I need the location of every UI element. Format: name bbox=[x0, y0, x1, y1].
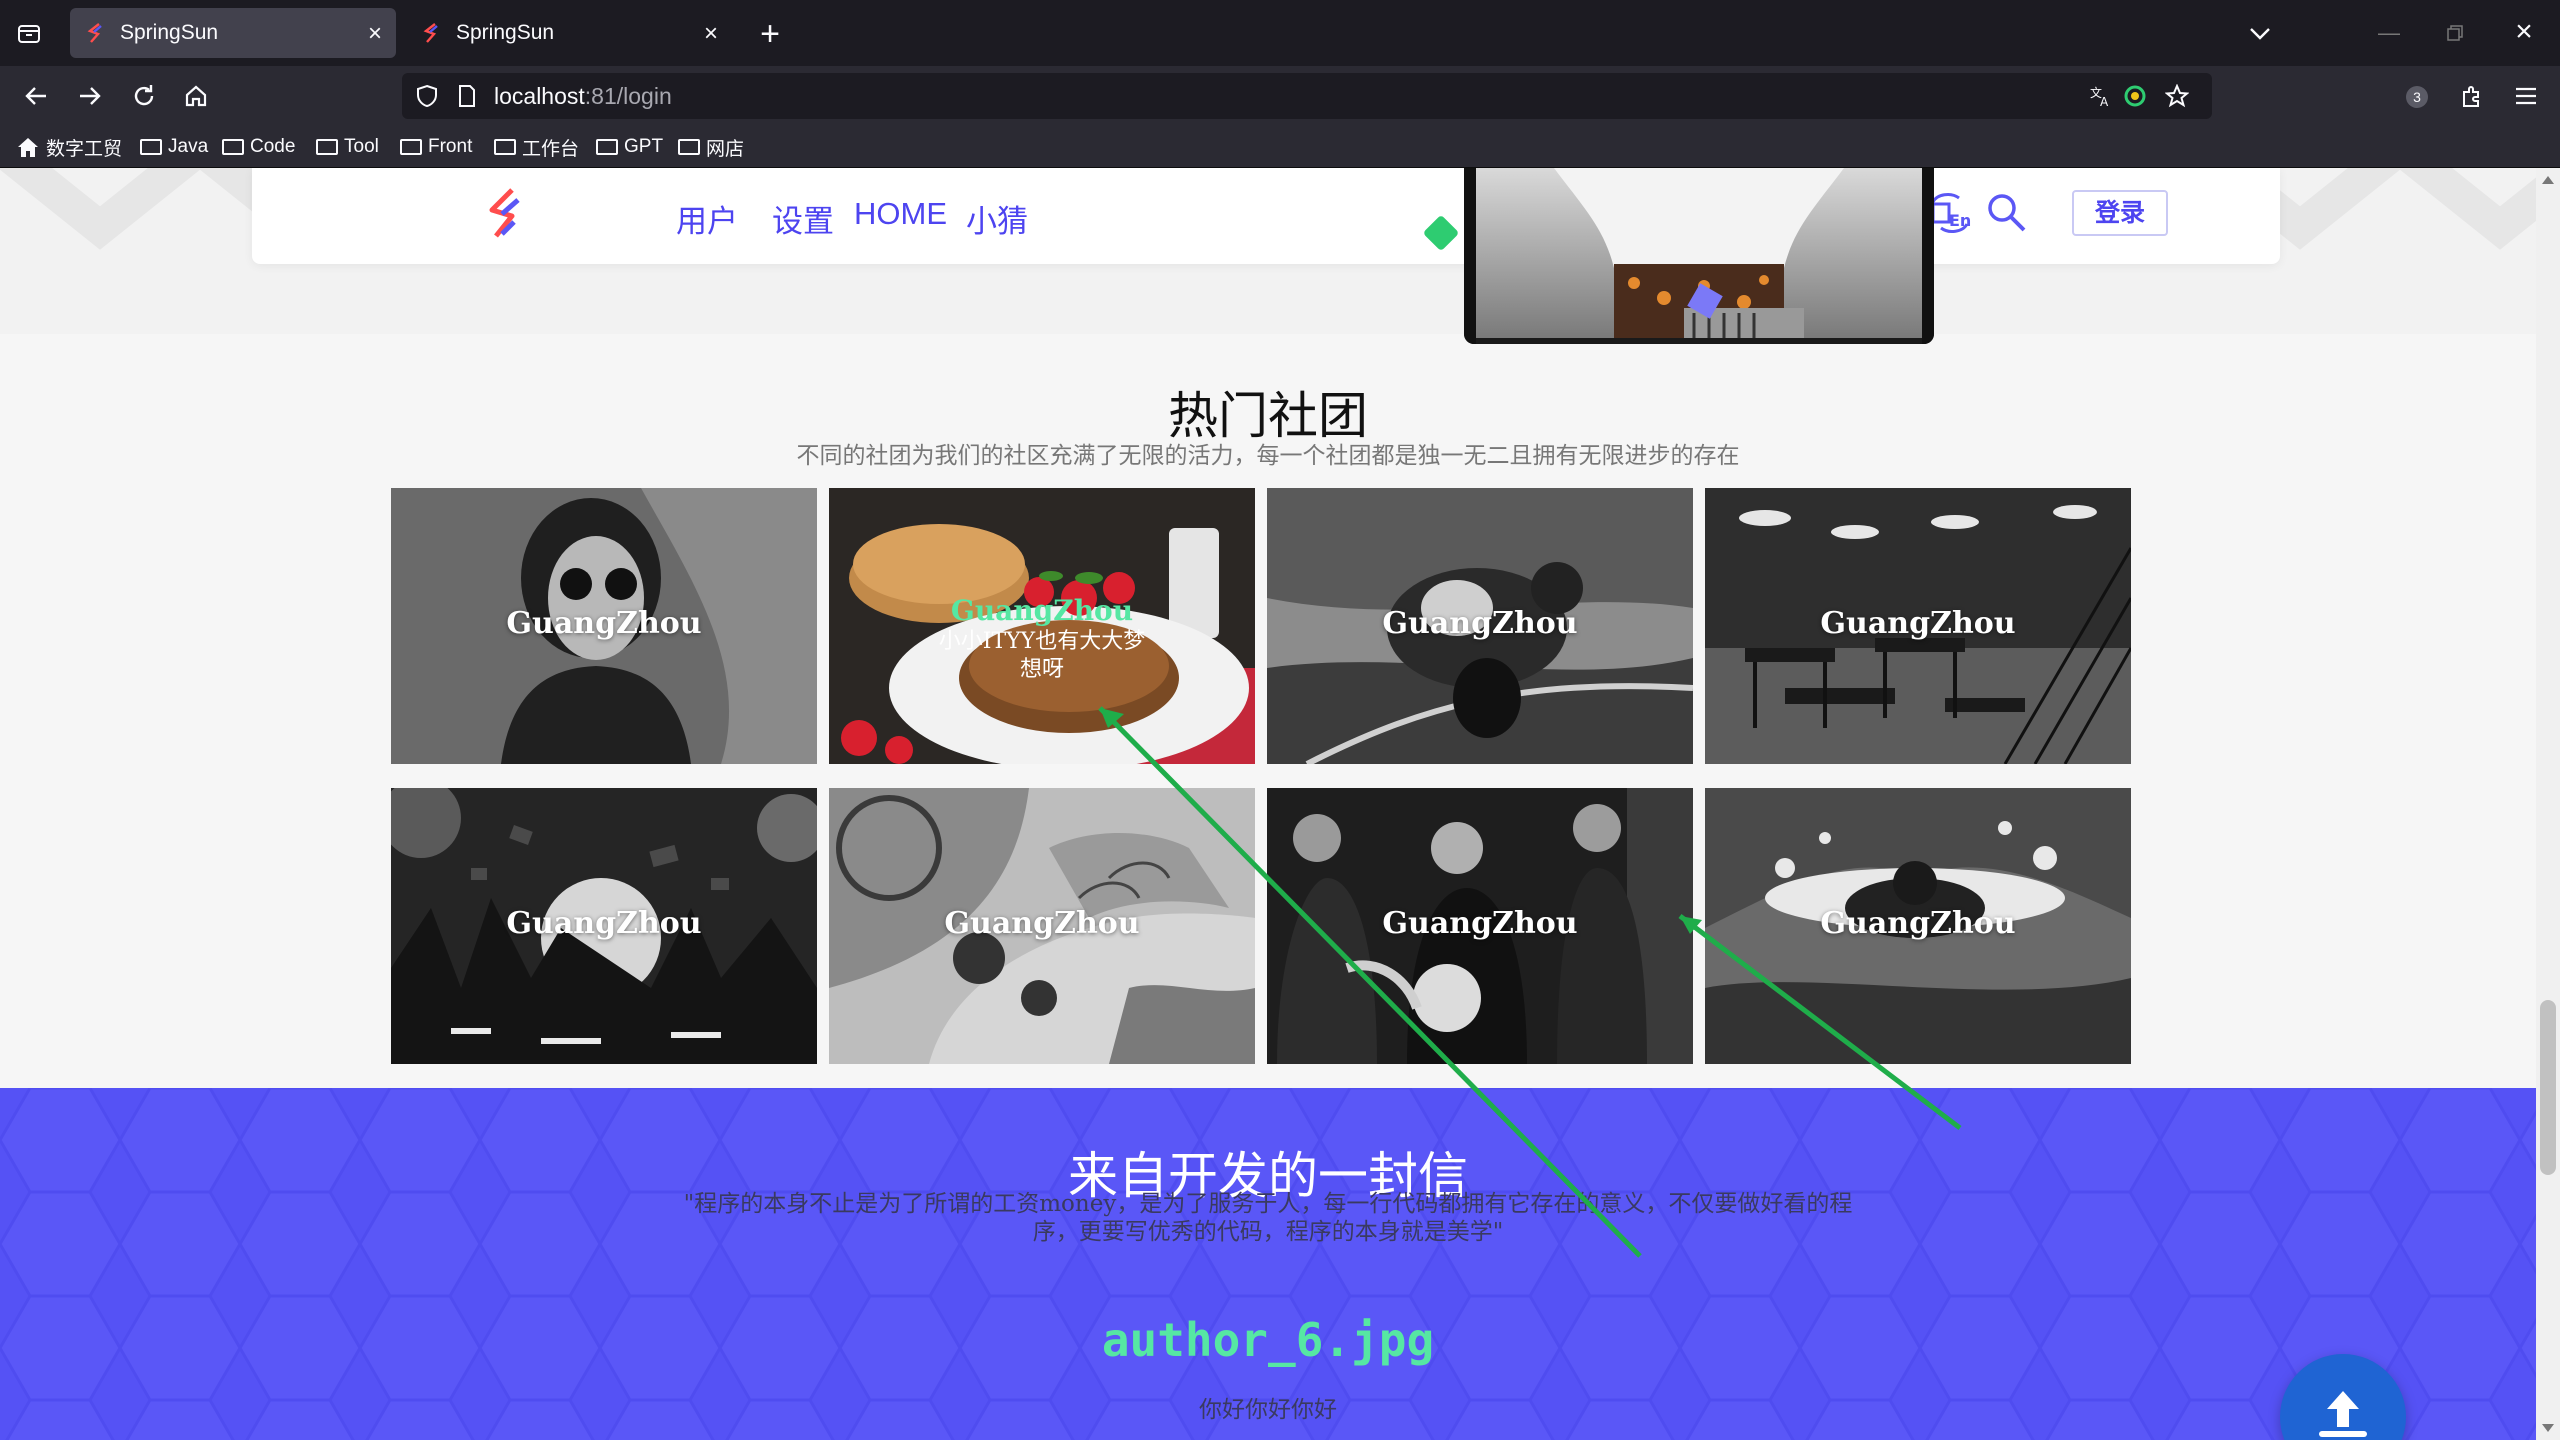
site-logo-icon[interactable] bbox=[484, 186, 528, 242]
web-page: 用户 设置 HOME 小猜 f En 登录 bbox=[0, 168, 2536, 1440]
club-tile-label: GuangZhou bbox=[1382, 906, 1578, 941]
back-icon[interactable] bbox=[20, 80, 52, 112]
back-to-top-icon bbox=[2319, 1391, 2367, 1437]
browser-tab-strip: SpringSun × SpringSun × + — × bbox=[0, 0, 2560, 66]
folder-icon bbox=[140, 139, 162, 155]
bookmark-label: GPT bbox=[624, 136, 664, 157]
club-tile-label: GuangZhou bbox=[1820, 906, 2016, 941]
nav-link-guess[interactable]: 小猜 bbox=[966, 196, 1028, 241]
scroll-down-arrow-icon[interactable] bbox=[2542, 1424, 2554, 1432]
bookmark-folder[interactable]: Java bbox=[140, 134, 208, 160]
bookmarks-toolbar bbox=[0, 126, 2560, 168]
svg-text:A: A bbox=[2100, 95, 2109, 108]
url-text[interactable]: localhost:81/login bbox=[494, 83, 672, 110]
tab-springsun-active[interactable]: SpringSun × bbox=[70, 8, 396, 58]
new-tab-icon[interactable]: + bbox=[754, 15, 786, 53]
club-tile-label: GuangZhou bbox=[950, 594, 1134, 627]
club-tile-label: GuangZhou bbox=[506, 606, 702, 641]
club-tile-motorcycle[interactable]: GuangZhou bbox=[1267, 488, 1693, 764]
scrollbar-thumb[interactable] bbox=[2540, 1000, 2556, 1175]
bookmark-folder[interactable]: Front bbox=[400, 134, 472, 160]
bookmark-star-icon[interactable] bbox=[2162, 81, 2192, 111]
account-badge-icon[interactable]: 3 bbox=[2402, 82, 2432, 112]
restore-icon[interactable] bbox=[2440, 18, 2470, 48]
login-button[interactable]: 登录 bbox=[2072, 190, 2168, 236]
list-all-tabs-icon[interactable] bbox=[2244, 18, 2276, 50]
extension-green-ring-icon[interactable] bbox=[2120, 81, 2150, 111]
tab-overview-icon[interactable] bbox=[14, 18, 44, 48]
forward-icon[interactable] bbox=[74, 80, 106, 112]
tracking-protection-shield-icon[interactable] bbox=[412, 81, 442, 111]
club-tile-portrait[interactable]: GuangZhou bbox=[391, 488, 817, 764]
tab-title: SpringSun bbox=[456, 21, 555, 44]
address-bar[interactable]: localhost:81/login 文A bbox=[402, 73, 2212, 119]
home-icon bbox=[18, 138, 38, 157]
author-name: 你好你好你好 bbox=[1199, 1397, 1337, 1423]
close-tab-icon[interactable]: × bbox=[368, 20, 382, 48]
minimize-icon[interactable]: — bbox=[2374, 18, 2404, 48]
decorative-green-diamond bbox=[1422, 214, 1460, 252]
bookmark-folder[interactable]: 网店 bbox=[678, 134, 744, 160]
folder-icon bbox=[316, 139, 338, 155]
url-path: :81/login bbox=[584, 83, 672, 109]
extensions-puzzle-icon[interactable] bbox=[2456, 80, 2488, 112]
bookmark-label: Front bbox=[428, 136, 473, 157]
bookmark-label: 数字工贸 bbox=[46, 138, 123, 160]
club-tile-swimmer[interactable]: GuangZhou bbox=[1705, 788, 2131, 1064]
scroll-up-arrow-icon[interactable] bbox=[2542, 176, 2554, 184]
app-menu-icon[interactable] bbox=[2510, 80, 2542, 112]
folder-icon bbox=[596, 139, 618, 155]
section-subtitle: 不同的社团为我们的社区充满了无限的活力，每一个社团都是独一无二且拥有无限进步的存… bbox=[796, 443, 1740, 469]
bookmark-label: Java bbox=[168, 136, 209, 157]
home-icon[interactable] bbox=[180, 80, 212, 112]
club-tile-band[interactable]: GuangZhou bbox=[1267, 788, 1693, 1064]
tab-title: SpringSun bbox=[120, 21, 219, 44]
club-tile-space[interactable]: GuangZhou bbox=[391, 788, 817, 1064]
bookmark-label: 工作台 bbox=[522, 138, 580, 160]
letter-body: "程序的本身不止是为了所谓的工资money，是为了服务于人，每一行代码都拥有它存… bbox=[683, 1191, 1853, 1245]
author-image-alt-text: author_6.jpg bbox=[1101, 1313, 1435, 1367]
nav-link-settings[interactable]: 设置 bbox=[772, 196, 834, 241]
translate-icon[interactable]: 文A bbox=[2086, 81, 2116, 111]
folder-icon bbox=[494, 139, 516, 155]
folder-icon bbox=[400, 139, 422, 155]
bookmark-label: 网店 bbox=[706, 138, 745, 160]
folder-icon bbox=[678, 139, 700, 155]
search-icon[interactable] bbox=[1982, 190, 2030, 238]
reload-icon[interactable] bbox=[128, 80, 160, 112]
nav-link-users[interactable]: 用户 bbox=[676, 196, 738, 241]
tab-springsun[interactable]: SpringSun × bbox=[406, 8, 732, 58]
bookmark-label: Tool bbox=[344, 136, 379, 157]
nav-link-home[interactable]: HOME bbox=[854, 196, 947, 232]
letter-section: 来自开发的一封信 "程序的本身不止是为了所谓的工资money，是为了服务于人，每… bbox=[0, 1088, 2536, 1440]
springsun-favicon-icon bbox=[423, 23, 438, 43]
bookmark-folder[interactable]: GPT bbox=[596, 134, 663, 160]
page-scrollbar[interactable] bbox=[2536, 168, 2560, 1440]
club-tile-label: GuangZhou bbox=[506, 906, 702, 941]
club-tile-label: GuangZhou bbox=[1820, 606, 2016, 641]
close-window-icon[interactable]: × bbox=[2508, 15, 2540, 48]
folder-icon bbox=[222, 139, 244, 155]
site-header: 用户 设置 HOME 小猜 f En 登录 bbox=[252, 168, 2280, 264]
springsun-favicon-icon bbox=[87, 23, 102, 43]
club-tile-cafe[interactable]: GuangZhou bbox=[1705, 488, 2131, 764]
page-info-icon[interactable] bbox=[454, 81, 480, 111]
bookmark-folder[interactable]: Tool bbox=[316, 134, 379, 160]
phone-mockup-image bbox=[1464, 168, 1934, 344]
club-tile-hover-text: 小小ITYY也有大大梦想呀 bbox=[938, 629, 1146, 682]
club-tile-label: GuangZhou bbox=[944, 906, 1140, 941]
extension-badge: 3 bbox=[2406, 86, 2428, 108]
bookmark-item[interactable]: 数字工贸 bbox=[16, 134, 122, 160]
svg-text:En: En bbox=[1949, 211, 1971, 230]
url-host: localhost bbox=[494, 83, 585, 109]
close-tab-icon[interactable]: × bbox=[704, 20, 718, 48]
club-tile-pancakes[interactable]: GuangZhou 小小ITYY也有大大梦想呀 bbox=[829, 488, 1255, 764]
club-tile-label: GuangZhou bbox=[1382, 606, 1578, 641]
club-tile-tattoo[interactable]: GuangZhou bbox=[829, 788, 1255, 1064]
bookmark-folder[interactable]: Code bbox=[222, 134, 295, 160]
bookmark-folder[interactable]: 工作台 bbox=[494, 134, 579, 160]
bookmark-label: Code bbox=[250, 136, 296, 157]
